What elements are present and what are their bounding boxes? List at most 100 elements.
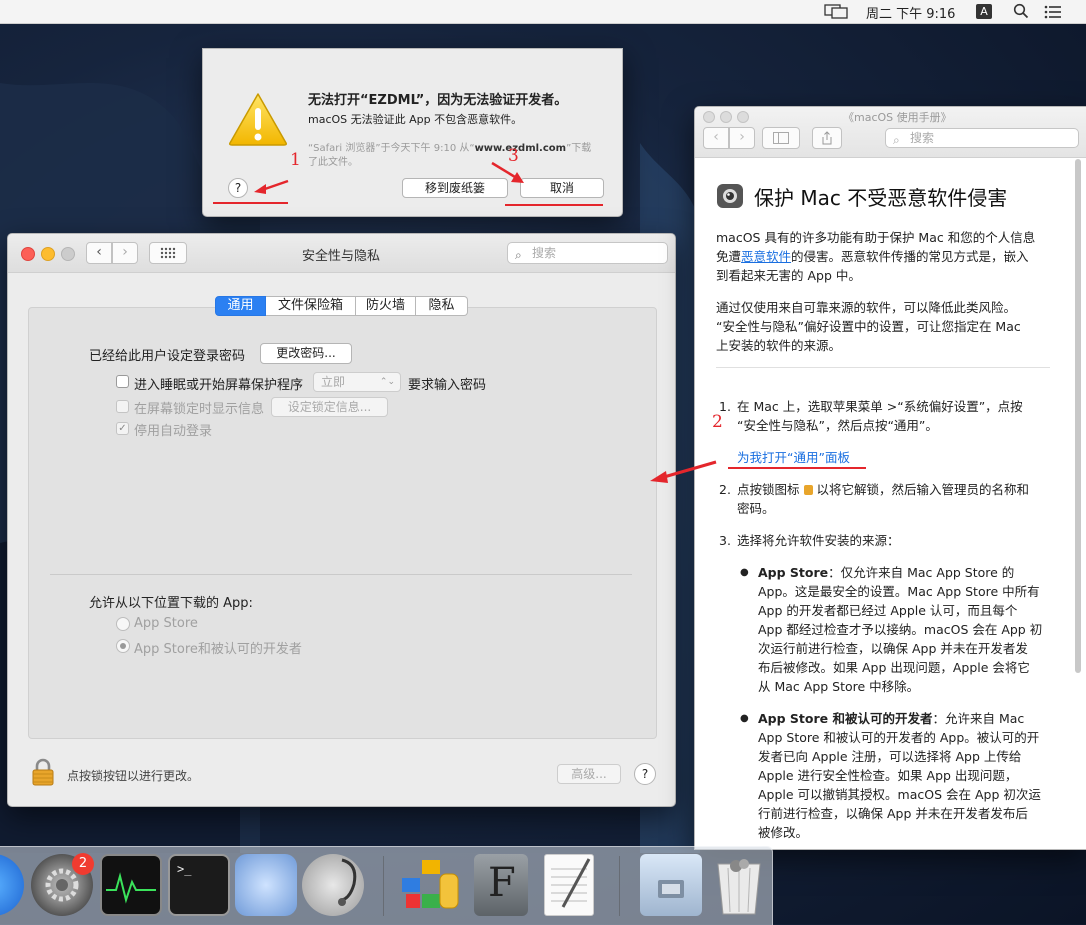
notification-badge: 2 bbox=[72, 853, 94, 875]
close-window-button[interactable] bbox=[21, 247, 35, 261]
show-all-grid-icon[interactable] bbox=[149, 242, 187, 264]
radio-app-store-label: App Store bbox=[134, 616, 198, 631]
prefs-search-placeholder: 搜索 bbox=[532, 246, 557, 260]
help-divider bbox=[716, 367, 1050, 368]
annotation-underline-2 bbox=[728, 467, 866, 469]
font-book-icon[interactable]: F bbox=[474, 854, 528, 916]
display-mirroring-icon[interactable] bbox=[824, 4, 848, 23]
intro-line-2a: 免遭 bbox=[716, 249, 742, 264]
bullet-1-line-5: 次运行前进行检查，以确保 App 并未在开发者发 bbox=[758, 641, 1028, 656]
padlock-icon[interactable] bbox=[31, 758, 55, 790]
help-close-button[interactable] bbox=[703, 111, 715, 123]
font-book-letter: F bbox=[488, 860, 516, 906]
ezdml-app-icon[interactable] bbox=[400, 854, 462, 916]
para2-line-1: 通过仅使用来自可靠来源的软件，可以降低此类风险。 bbox=[716, 300, 1017, 315]
step2-line-1: 点按锁图标 以将它解锁，然后输入管理员的名称和 bbox=[737, 480, 1029, 499]
step1-line-1a: 在 Mac 上，选取苹果菜单 bbox=[737, 399, 883, 414]
cancel-button[interactable]: 取消 bbox=[520, 178, 604, 198]
help-button[interactable]: ? bbox=[228, 178, 248, 198]
dock-separator bbox=[383, 856, 384, 916]
step2-line-2: 密码。 bbox=[737, 501, 775, 516]
require-password-label: 要求输入密码 bbox=[408, 378, 487, 393]
bullet-2-line-5: Apple 可以撤销其授权。macOS 会在 App 初次运 bbox=[758, 787, 1041, 802]
annotation-mark-1: 1 bbox=[290, 150, 301, 170]
login-password-label: 已经给此用户设定登录密码 bbox=[89, 349, 246, 364]
lock-message-checkbox[interactable] bbox=[116, 400, 129, 413]
step2-number: 2. bbox=[719, 482, 731, 497]
malware-link[interactable]: 恶意软件 bbox=[741, 249, 791, 264]
bullet-2-line-3: 发者已向 Apple 注册，可以选择将 App 上传给 bbox=[758, 749, 1022, 764]
allow-apps-title: 允许从以下位置下载的 App: bbox=[89, 596, 253, 611]
annotation-arrow-1 bbox=[254, 179, 289, 194]
trash-icon[interactable] bbox=[708, 854, 770, 916]
bullet-2-line-1: App Store 和被认可的开发者：允许来自 Mac bbox=[758, 709, 1024, 728]
activity-monitor-icon[interactable] bbox=[100, 854, 162, 916]
bullet-2-line-6: 行前进行检查，以确保 App 并未在开发者发布后 bbox=[758, 806, 1028, 821]
input-method-icon[interactable]: A bbox=[976, 4, 992, 19]
tab-privacy[interactable]: 隐私 bbox=[416, 296, 468, 316]
help-minimize-button[interactable] bbox=[720, 111, 732, 123]
para2-line-2: “安全性与隐私”偏好设置中的设置，可让您指定在 Mac bbox=[716, 319, 1021, 334]
tab-general[interactable]: 通用 bbox=[215, 296, 266, 316]
sidebar-toggle-icon[interactable] bbox=[762, 127, 800, 149]
help-back-button[interactable]: ‹ bbox=[703, 127, 729, 149]
notification-center-icon[interactable] bbox=[1044, 5, 1062, 23]
terminal-prompt: >_ bbox=[177, 862, 192, 876]
password-delay-select[interactable]: 立即 ⌃⌄ bbox=[313, 372, 401, 392]
change-password-button[interactable]: 更改密码... bbox=[260, 343, 352, 364]
advanced-button[interactable]: 高级... bbox=[557, 764, 621, 784]
minimize-window-button[interactable] bbox=[41, 247, 55, 261]
tab-firewall[interactable]: 防火墙 bbox=[356, 296, 416, 316]
require-password-checkbox[interactable] bbox=[116, 375, 129, 388]
step3-number: 3. bbox=[719, 533, 731, 548]
forward-button[interactable]: › bbox=[112, 242, 138, 264]
dock-separator-2 bbox=[619, 856, 620, 916]
step2-line-1b: 以将它解锁，然后输入管理员的名称和 bbox=[816, 482, 1029, 497]
bullet-1-line-3: App 的开发者都已经过 Apple 认可，而且每个 bbox=[758, 603, 1018, 618]
share-icon[interactable] bbox=[812, 127, 842, 149]
help-search-input[interactable]: ⌕ 搜索 bbox=[885, 128, 1079, 148]
tab-filevault[interactable]: 文件保险箱 bbox=[266, 296, 356, 316]
radio-identified-developers[interactable] bbox=[116, 639, 130, 653]
help-scrollbar[interactable] bbox=[1075, 159, 1081, 673]
bullet-1-bold: App Store bbox=[758, 565, 829, 580]
select-arrows-icon: ⌃⌄ bbox=[379, 377, 395, 387]
bullet-1-line-6: 布后被修改。如果 App 出现问题，Apple 会将它 bbox=[758, 660, 1030, 675]
set-lock-message-button[interactable]: 设定锁定信息... bbox=[271, 397, 388, 417]
spotlight-search-icon[interactable] bbox=[1013, 3, 1029, 23]
menubar-clock[interactable]: 周二 下午 9:16 bbox=[866, 3, 955, 22]
bullet-1-text-1: ：仅允许来自 Mac App Store 的 bbox=[828, 565, 1015, 580]
annotation-arrow-2 bbox=[650, 460, 717, 483]
help-zoom-button[interactable] bbox=[737, 111, 749, 123]
lock-message-label: 在屏幕锁定时显示信息 bbox=[134, 402, 265, 417]
bullet-2-bold: App Store 和被认可的开发者 bbox=[758, 711, 933, 726]
radio-app-store[interactable] bbox=[116, 617, 130, 631]
bullet-1-line-2: App。这是最安全的设置。Mac App Store 中所有 bbox=[758, 584, 1040, 599]
help-heading: 保护 Mac 不受恶意软件侵害 bbox=[754, 186, 1008, 210]
bullet-2-line-7: 被修改。 bbox=[758, 825, 809, 840]
zoom-window-button[interactable] bbox=[61, 247, 75, 261]
security-privacy-window: ‹ › 安全性与隐私 ⌕ 搜索 bbox=[7, 233, 676, 807]
help-forward-button[interactable]: › bbox=[729, 127, 755, 149]
prefs-search-input[interactable]: ⌕ 搜索 bbox=[507, 242, 668, 264]
disk-utility-icon[interactable] bbox=[302, 854, 364, 916]
disable-auto-login-checkbox[interactable]: ✓ bbox=[116, 422, 129, 435]
bullet-1-line-1: App Store：仅允许来自 Mac App Store 的 bbox=[758, 563, 1014, 582]
alert-source-line2: 了此文件。 bbox=[308, 157, 358, 168]
textedit-icon[interactable] bbox=[544, 854, 594, 916]
annotation-underline-3 bbox=[505, 204, 603, 206]
bullet-2-text-1: ：允许来自 Mac bbox=[932, 711, 1025, 726]
terminal-icon[interactable]: >_ bbox=[168, 854, 230, 916]
downloads-stack-icon[interactable] bbox=[640, 854, 702, 916]
alert-source-suffix: ”下载 bbox=[566, 143, 592, 154]
password-delay-value: 立即 bbox=[321, 375, 346, 389]
step1-line-1: 在 Mac 上，选取苹果菜单 >“系统偏好设置”，点按 bbox=[737, 397, 1023, 417]
bullet-2-line-4: Apple 进行安全性检查。如果 App 出现问题， bbox=[758, 768, 1018, 783]
back-button[interactable]: ‹ bbox=[86, 242, 112, 264]
small-lock-icon bbox=[803, 485, 813, 495]
open-general-pane-link[interactable]: 为我打开“通用”面板 bbox=[737, 448, 850, 467]
bullet-1-line-4: App 都经过检查才予以接纳。macOS 会在 App 初 bbox=[758, 622, 1043, 637]
alert-message: macOS 无法验证此 App 不包含恶意软件。 bbox=[308, 113, 523, 126]
prefs-help-button[interactable]: ? bbox=[634, 763, 656, 785]
lion-app-icon[interactable] bbox=[235, 854, 297, 916]
